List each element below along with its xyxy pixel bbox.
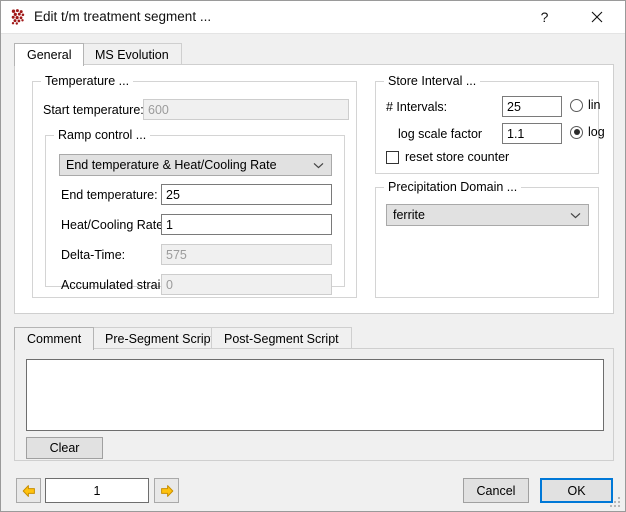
- accumulated-strain-label: Accumulated strain:: [61, 278, 171, 292]
- ramp-mode-dropdown[interactable]: End temperature & Heat/Cooling Rate: [59, 154, 332, 176]
- precipitate-cluster-icon: [10, 8, 28, 26]
- tab-comment-label: Comment: [27, 332, 82, 346]
- chevron-down-icon: [311, 158, 325, 172]
- clear-button[interactable]: Clear: [26, 437, 103, 459]
- resize-grip-icon[interactable]: [610, 497, 622, 509]
- next-segment-button[interactable]: [154, 478, 179, 503]
- radio-lin-label: lin: [588, 98, 601, 112]
- tab-general[interactable]: General: [14, 43, 85, 66]
- close-icon[interactable]: [574, 1, 619, 33]
- heat-cooling-rate-input[interactable]: [161, 214, 332, 235]
- accumulated-strain-input: [161, 274, 332, 295]
- checkbox-icon: [386, 150, 399, 164]
- title-bar: Edit t/m treatment segment ... ?: [1, 1, 625, 34]
- comment-textarea[interactable]: [26, 359, 604, 431]
- radio-lin[interactable]: lin: [570, 98, 601, 112]
- previous-segment-button[interactable]: [16, 478, 41, 503]
- store-interval-group-label: Store Interval ...: [384, 74, 481, 88]
- ramp-control-group: Ramp control ... End temperature & Heat/…: [45, 128, 345, 295]
- radio-log-label: log: [588, 125, 605, 139]
- comment-panel: Clear: [14, 348, 614, 461]
- end-temperature-label: End temperature:: [61, 188, 158, 202]
- log-scale-factor-label: log scale factor: [398, 127, 483, 141]
- cancel-button[interactable]: Cancel: [463, 478, 529, 503]
- tab-pre-segment-script[interactable]: Pre-Segment Script: [92, 327, 228, 349]
- tab-ms-evolution[interactable]: MS Evolution: [82, 43, 182, 65]
- main-tab-strip: General MS Evolution: [14, 43, 614, 66]
- reset-store-counter-checkbox[interactable]: reset store counter: [386, 150, 509, 164]
- tab-ms-evolution-label: MS Evolution: [95, 47, 169, 62]
- right-arrow-icon: [160, 484, 173, 497]
- precipitation-domain-group: Precipitation Domain ... ferrite: [375, 180, 599, 298]
- ramp-control-group-label: Ramp control ...: [54, 128, 151, 142]
- intervals-label: # Intervals:: [386, 100, 448, 114]
- temperature-group-label: Temperature ...: [41, 74, 134, 88]
- precipitation-domain-dropdown[interactable]: ferrite: [386, 204, 589, 226]
- tab-general-label: General: [27, 48, 72, 62]
- delta-time-label: Delta-Time:: [61, 248, 126, 262]
- help-icon[interactable]: ?: [522, 1, 567, 33]
- intervals-input[interactable]: [502, 96, 562, 117]
- precipitation-domain-value: ferrite: [393, 208, 425, 222]
- log-scale-factor-input[interactable]: [502, 123, 562, 144]
- general-tab-page: Temperature ... Start temperature: Ramp …: [14, 64, 614, 314]
- tab-comment[interactable]: Comment: [14, 327, 95, 350]
- chevron-down-icon: [568, 208, 582, 222]
- comment-tab-strip: Comment Pre-Segment Script Post-Segment …: [14, 327, 614, 350]
- segment-index-input[interactable]: [45, 478, 149, 503]
- radio-log-dot: [570, 125, 583, 139]
- precipitation-domain-group-label: Precipitation Domain ...: [384, 180, 522, 194]
- temperature-group: Temperature ... Start temperature: Ramp …: [32, 74, 357, 298]
- delta-time-input: [161, 244, 332, 265]
- heat-cooling-rate-label: Heat/Cooling Rate:: [61, 218, 167, 232]
- dialog-window: Edit t/m treatment segment ... ? General…: [0, 0, 626, 512]
- start-temperature-label: Start temperature:: [43, 103, 144, 117]
- tab-pre-segment-script-label: Pre-Segment Script: [105, 331, 215, 346]
- store-interval-group: Store Interval ... # Intervals: lin log …: [375, 74, 605, 174]
- radio-lin-dot: [570, 98, 583, 112]
- tab-post-segment-script[interactable]: Post-Segment Script: [211, 327, 352, 349]
- reset-store-counter-label: reset store counter: [405, 150, 510, 164]
- radio-log[interactable]: log: [570, 125, 605, 139]
- ramp-mode-value: End temperature & Heat/Cooling Rate: [66, 158, 277, 172]
- window-title: Edit t/m treatment segment ...: [34, 9, 212, 24]
- left-arrow-icon: [22, 484, 35, 497]
- help-label: ?: [540, 9, 549, 25]
- end-temperature-input[interactable]: [161, 184, 332, 205]
- start-temperature-input: [143, 99, 349, 120]
- tab-post-segment-script-label: Post-Segment Script: [224, 331, 339, 346]
- ok-button[interactable]: OK: [540, 478, 613, 503]
